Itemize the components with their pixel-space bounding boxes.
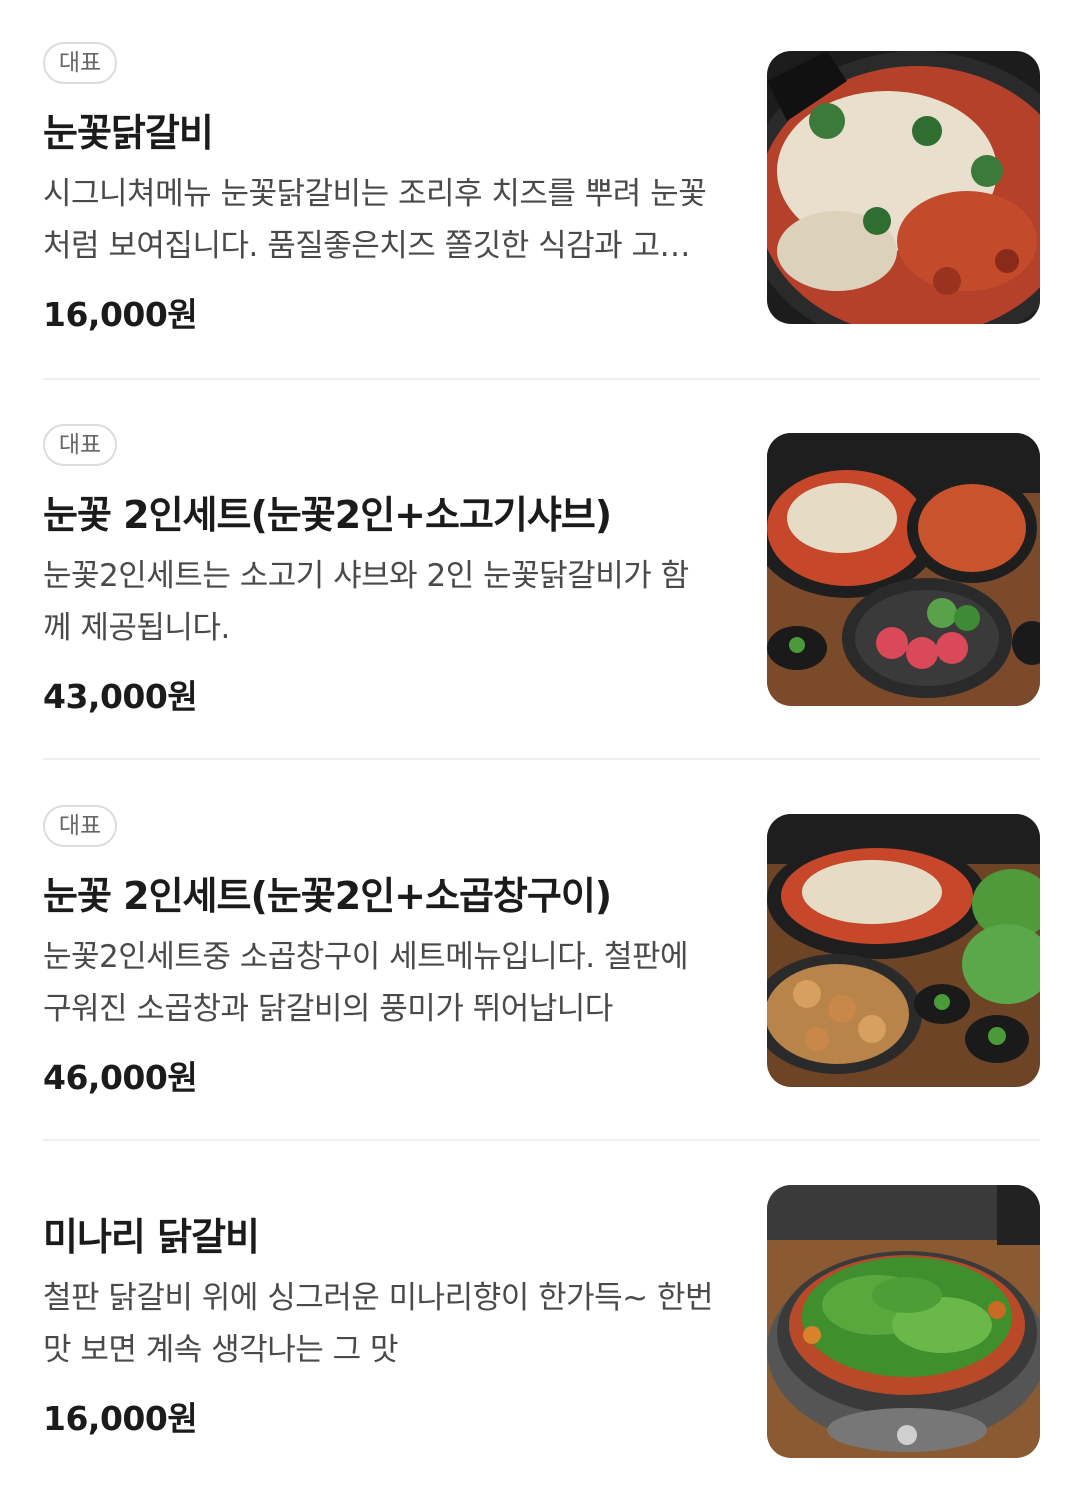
menu-item-description: 철판 닭갈비 위에 싱그러운 미나리향이 한가득~ 한번 맛 보면 계속 생각나… (43, 1280, 714, 1368)
signature-badge: 대표 (43, 424, 117, 466)
minari-dakgalbi-photo (767, 1185, 1040, 1458)
menu-item-price: 16,000원 (43, 1399, 198, 1438)
menu-item-name: 눈꽃 2인세트(눈꽃2인+소곱창구이) (43, 874, 612, 918)
menu-item-description: 눈꽃2인세트는 소고기 샤브와 2인 눈꽃닭갈비가 함께 제공됩니다. (43, 558, 689, 646)
cheese-dakgalbi-photo (767, 51, 1040, 324)
menu-item-name: 미나리 닭갈비 (43, 1215, 260, 1259)
signature-badge: 대표 (43, 42, 117, 84)
menu-item-description: 눈꽃2인세트중 소곱창구이 세트메뉴입니다. 철판에 구워진 소곱창과 닭갈비의… (43, 939, 689, 1027)
menu-item-price: 43,000원 (43, 677, 198, 716)
menu-item-3[interactable]: 대표 눈꽃 2인세트(눈꽃2인+소곱창구이) 눈꽃2인세트중 소곱창구이 세트메… (43, 805, 1040, 1145)
divider (43, 1139, 1040, 1141)
divider (43, 758, 1040, 760)
menu-item-price: 16,000원 (43, 295, 198, 334)
menu-item-name: 눈꽃닭갈비 (43, 111, 214, 155)
menu-item-description: 시그니쳐메뉴 눈꽃닭갈비는 조리후 치즈를 뿌려 눈꽃처럼 보여집니다. 품질좋… (43, 176, 707, 264)
signature-badge: 대표 (43, 805, 117, 847)
beef-shabu-set-photo (767, 433, 1040, 706)
menu-item-1[interactable]: 대표 눈꽃닭갈비 시그니쳐메뉴 눈꽃닭갈비는 조리후 치즈를 뿌려 눈꽃처럼 보… (43, 42, 1040, 382)
menu-item-price: 46,000원 (43, 1058, 198, 1097)
menu-item-2[interactable]: 대표 눈꽃 2인세트(눈꽃2인+소고기샤브) 눈꽃2인세트는 소고기 샤브와 2… (43, 424, 1040, 764)
gopchang-set-photo (767, 814, 1040, 1087)
menu-item-4[interactable]: 미나리 닭갈비 철판 닭갈비 위에 싱그러운 미나리향이 한가득~ 한번 맛 보… (43, 1176, 1040, 1500)
menu-item-name: 눈꽃 2인세트(눈꽃2인+소고기샤브) (43, 493, 612, 537)
divider (43, 378, 1040, 380)
menu-list: 대표 눈꽃닭갈비 시그니쳐메뉴 눈꽃닭갈비는 조리후 치즈를 뿌려 눈꽃처럼 보… (0, 0, 1079, 1502)
